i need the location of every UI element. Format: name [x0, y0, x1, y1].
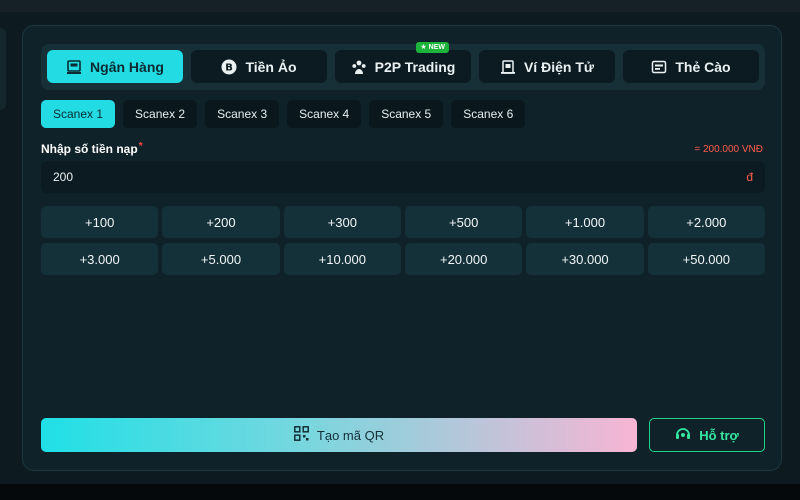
quick-amount-button[interactable]: +50.000: [647, 243, 765, 275]
support-button[interactable]: Hỗ trợ: [649, 418, 765, 452]
quick-amount-button[interactable]: +300: [283, 206, 401, 238]
star-icon: ★: [420, 44, 427, 51]
quick-amount-button[interactable]: +2.000: [647, 206, 765, 238]
payment-method-tabs: Ngân Hàng B Tiền Ảo ★ NEW P2P Trading Ví …: [41, 42, 765, 90]
quick-amount-button[interactable]: +500: [405, 206, 523, 238]
bitcoin-icon: B: [221, 59, 237, 75]
quick-amount-button[interactable]: +1.000: [526, 206, 644, 238]
provider-subtabs: Scanex 1 Scanex 2 Scanex 3 Scanex 4 Scan…: [41, 100, 526, 128]
amount-label: Nhập số tiền nạp*: [41, 141, 143, 156]
create-qr-button[interactable]: Tạo mã QR: [41, 418, 637, 452]
subtab-scanex-5[interactable]: Scanex 5: [369, 100, 444, 128]
create-qr-label: Tạo mã QR: [316, 427, 385, 443]
tab-label: Ví Điện Tử: [523, 58, 595, 75]
tab-crypto[interactable]: B Tiền Ảo: [191, 50, 327, 83]
conversion-value: = 200.000 VNĐ: [694, 144, 763, 155]
new-badge: ★ NEW: [416, 42, 449, 53]
tab-p2p[interactable]: ★ NEW P2P Trading: [335, 42, 471, 83]
bottom-bar: [0, 484, 800, 500]
side-panel-fragment: [0, 28, 6, 110]
quick-amount-button[interactable]: +20.000: [405, 243, 523, 275]
quick-amount-button[interactable]: +10.000: [283, 243, 401, 275]
top-bar: [0, 0, 800, 12]
headset-icon: [675, 427, 691, 444]
amount-field[interactable]: đ: [41, 161, 765, 193]
qr-code-icon: [293, 426, 309, 444]
amount-input[interactable]: [53, 170, 653, 184]
scratch-card-icon: [651, 59, 667, 75]
quick-amount-button[interactable]: +200: [162, 206, 280, 238]
tab-ewallet[interactable]: Ví Điện Tử: [479, 50, 615, 83]
support-label: Hỗ trợ: [699, 427, 739, 443]
quick-amount-button[interactable]: +5.000: [162, 243, 280, 275]
subtab-scanex-4[interactable]: Scanex 4: [287, 100, 362, 128]
tab-label: Tiền Ảo: [245, 58, 297, 75]
quick-amount-grid: +100 +200 +300 +500 +1.000 +2.000 +3.000…: [41, 206, 765, 275]
subtab-scanex-2[interactable]: Scanex 2: [123, 100, 198, 128]
tab-label: Thẻ Cào: [675, 58, 731, 75]
subtab-scanex-6[interactable]: Scanex 6: [451, 100, 526, 128]
users-icon: [351, 59, 367, 75]
quick-amount-button[interactable]: +30.000: [526, 243, 644, 275]
quick-amount-button[interactable]: +100: [41, 206, 159, 238]
tab-scratch-card[interactable]: Thẻ Cào: [623, 50, 759, 83]
tab-label: Ngân Hàng: [90, 58, 164, 75]
tab-label: P2P Trading: [374, 58, 456, 75]
required-mark: *: [138, 141, 143, 152]
currency-symbol: đ: [746, 170, 753, 184]
deposit-panel: Ngân Hàng B Tiền Ảo ★ NEW P2P Trading Ví …: [22, 25, 782, 471]
svg-text:B: B: [226, 62, 234, 73]
wallet-icon: [500, 59, 516, 75]
quick-amount-button[interactable]: +3.000: [41, 243, 159, 275]
subtab-scanex-1[interactable]: Scanex 1: [41, 100, 116, 128]
subtab-scanex-3[interactable]: Scanex 3: [205, 100, 280, 128]
tab-bank[interactable]: Ngân Hàng: [47, 50, 183, 83]
bank-card-icon: [66, 59, 82, 75]
